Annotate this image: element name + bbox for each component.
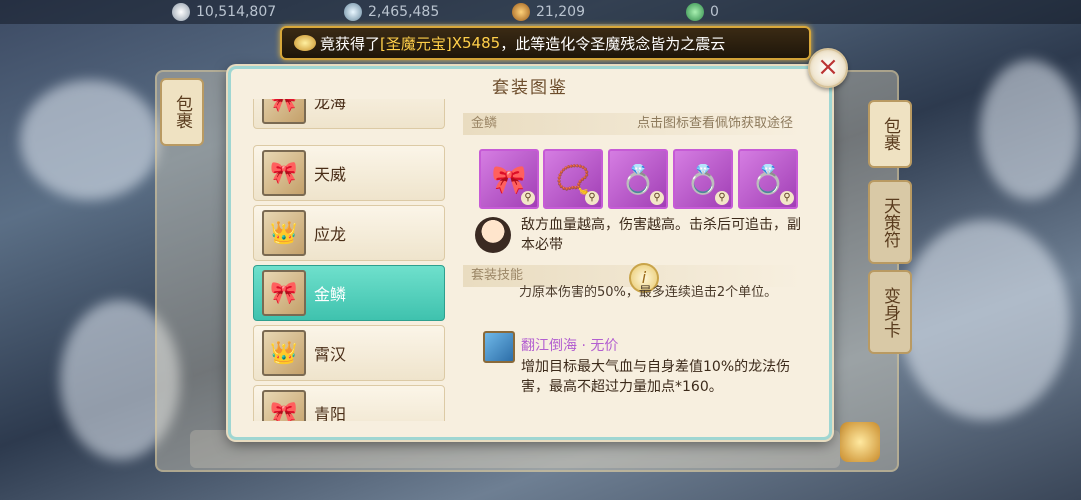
announcement-suffix: ，此等造化令圣魔残念皆为之震云 (500, 34, 726, 53)
bianshen-tab-label: 变身卡 (880, 286, 900, 338)
treasure-icon[interactable] (840, 422, 880, 462)
snow-patch (900, 220, 1070, 420)
set-detail-panel: 金鳞 点击图标查看佩饰获取途径 🎀 ⚲ 📿 ⚲ 💍 ⚲ 💍 ⚲ 💍 ⚲ 敌方血量越高，伤害… (463, 107, 815, 423)
set-item-label: 龙海 (314, 99, 347, 112)
skill-icon[interactable] (483, 331, 515, 363)
skill-partial-text: 力原本伤害的50%，最多连续追击2个单位。 (519, 285, 778, 300)
heaven-helmet-icon: 🎀 (262, 150, 306, 196)
set-item-label: 金鳞 (314, 285, 347, 304)
dragon-helmet-icon: 🎀 (262, 99, 306, 124)
set-item-longhai[interactable]: 🎀 龙海 (253, 99, 445, 129)
set-item-qingyang[interactable]: 🎀 青阳 (253, 385, 445, 421)
copper-coin-value: 21,209 (536, 4, 585, 20)
announcement-item: [圣魔元宝] (380, 34, 452, 53)
gear-slot-5[interactable]: 💍 ⚲ (738, 149, 798, 209)
silver-coin-counter: 10,514,807 (172, 2, 276, 22)
jade-counter: 2,465,485 (344, 2, 439, 22)
set-compendium-dialog: 套装图鉴 🎀 龙海 🎀 天威 👑 应龙 🎀 金鳞 👑 霄汉 🎀 青阳 金鳞 点击… (228, 66, 832, 440)
golden-scale-helmet-icon: 🎀 (262, 270, 306, 316)
copper-coin-icon (512, 3, 530, 21)
gear-slot-2[interactable]: 📿 ⚲ (543, 149, 603, 209)
set-item-xiaohan[interactable]: 👑 霄汉 (253, 325, 445, 381)
view-source-hint: 点击图标查看佩饰获取途径 (636, 116, 793, 131)
xiaohan-helmet-icon: 👑 (262, 330, 306, 376)
npc-portrait-avatar (475, 217, 511, 253)
necklace-icon: 📿 (555, 162, 591, 196)
gem-value: 0 (710, 4, 719, 20)
set-item-label: 天威 (314, 165, 347, 184)
gem-counter: 0 (686, 2, 719, 22)
right-bag-tab[interactable]: 包裹 (868, 100, 912, 168)
ring-alt-icon: 💍 (750, 162, 786, 196)
bracelet-icon: 💍 (620, 162, 656, 196)
left-bag-tab-label: 包裹 (172, 95, 192, 129)
announcement-qty: X5485 (451, 34, 501, 52)
ring-icon: 💍 (685, 162, 721, 196)
gear-slot-3[interactable]: 💍 ⚲ (608, 149, 668, 209)
jade-icon (344, 3, 362, 21)
set-item-tianwei[interactable]: 🎀 天威 (253, 145, 445, 201)
silver-coin-value: 10,514,807 (196, 4, 277, 20)
set-description: 敌方血量越高，伤害越高。击杀后可追击，副本必带 (521, 217, 801, 253)
set-name-label: 金鳞 (471, 116, 498, 131)
snow-patch (980, 60, 1080, 200)
magnify-icon: ⚲ (650, 191, 664, 205)
magnify-icon: ⚲ (715, 191, 729, 205)
close-icon: × (817, 52, 839, 82)
set-list[interactable]: 🎀 龙海 🎀 天威 👑 应龙 🎀 金鳞 👑 霄汉 🎀 青阳 (253, 99, 449, 421)
tiance-tab[interactable]: 天策符 (868, 180, 912, 264)
set-skills-label: 套装技能 (471, 268, 524, 283)
yinglong-helmet-icon: 👑 (262, 210, 306, 256)
silver-coin-icon (172, 3, 190, 21)
bow-ornament-icon: 🎀 (491, 162, 527, 196)
set-item-label: 应龙 (314, 225, 347, 244)
gear-slot-4[interactable]: 💍 ⚲ (673, 149, 733, 209)
dialog-title: 套装图鉴 (492, 78, 568, 98)
magnify-icon: ⚲ (585, 191, 599, 205)
announcement-prefix: 竟获得了 (320, 34, 381, 53)
qingyang-helmet-icon: 🎀 (262, 390, 306, 421)
set-item-yinglong[interactable]: 👑 应龙 (253, 205, 445, 261)
tiance-tab-label: 天策符 (880, 196, 900, 248)
skill-name: 翻江倒海 · 无价 (521, 338, 619, 354)
set-item-label: 青阳 (314, 405, 347, 421)
gear-slot-1[interactable]: 🎀 ⚲ (479, 149, 539, 209)
gem-icon (686, 3, 704, 21)
magnify-icon: ⚲ (780, 191, 794, 205)
resource-bar: 10,514,807 2,465,485 21,209 0 (0, 0, 1081, 24)
snow-patch (20, 80, 160, 200)
ingot-icon (294, 35, 316, 51)
jade-value: 2,465,485 (368, 4, 440, 20)
copper-coin-counter: 21,209 (512, 2, 585, 22)
set-item-label: 霄汉 (314, 345, 347, 364)
magnify-icon: ⚲ (521, 191, 535, 205)
announcement-banner: 竟获得了 [圣魔元宝] X5485 ，此等造化令圣魔残念皆为之震云 (280, 26, 811, 60)
left-bag-tab[interactable]: 包裹 (160, 78, 204, 146)
close-button[interactable]: × (808, 48, 848, 88)
right-bag-tab-label: 包裹 (880, 117, 900, 151)
bianshen-tab[interactable]: 变身卡 (868, 270, 912, 354)
set-item-jinlin[interactable]: 🎀 金鳞 (253, 265, 445, 321)
skill-description: 增加目标最大气血与自身差值10%的龙法伤害，最高不超过力量加点*160。 (521, 359, 791, 395)
